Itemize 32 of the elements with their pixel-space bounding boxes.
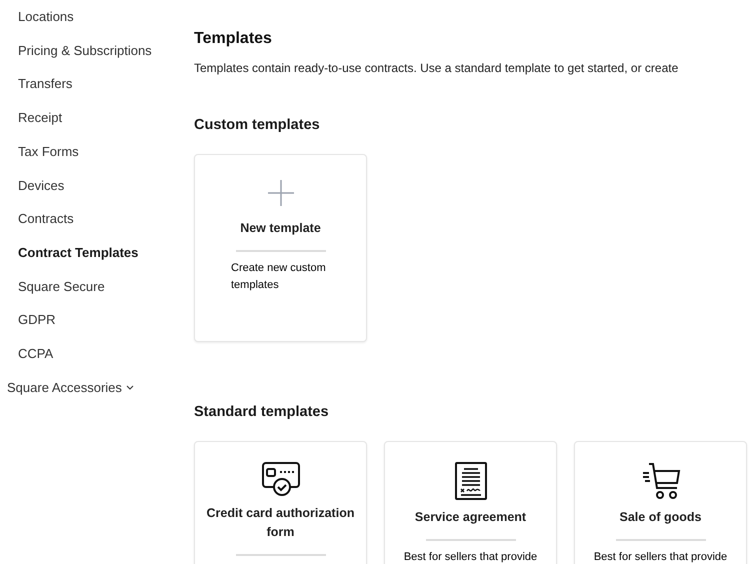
signed-document-icon	[454, 462, 486, 500]
sidebar-group[interactable]: Square Accessories	[0, 370, 194, 404]
card-title: New template	[240, 220, 321, 237]
template-card[interactable]: Sale of goods Best for sellers that provide	[574, 441, 747, 564]
shopping-cart-icon	[640, 462, 680, 500]
section-heading: Custom templates	[194, 116, 321, 135]
page-title: Templates	[194, 29, 273, 49]
section-heading: Standard templates	[194, 403, 330, 422]
chevron-icon	[126, 384, 134, 390]
template-card[interactable]: New template Create new custom templates	[194, 154, 367, 342]
sidebar-item[interactable]: Square Secure	[0, 270, 194, 304]
card-title: Sale of goods	[620, 509, 702, 526]
sidebar-item[interactable]: Contracts	[0, 202, 194, 236]
plus-icon	[266, 179, 294, 207]
template-card[interactable]: Credit card authorization form	[194, 441, 367, 564]
template-card[interactable]: Service agreement Best for sellers that provide	[384, 441, 557, 564]
sidebar-item[interactable]: CCPA	[0, 336, 194, 371]
sidebar-item[interactable]: Receipt	[0, 101, 194, 135]
sidebar-item[interactable]: GDPR	[0, 303, 194, 337]
card-description: Create new custom templates	[230, 261, 327, 292]
sidebar-item[interactable]: Locations	[0, 0, 194, 34]
sidebar-item[interactable]: Pricing & Subscriptions	[0, 34, 194, 68]
sidebar-item[interactable]: Transfers	[0, 67, 194, 102]
sidebar-item[interactable]: Contract Templates	[0, 236, 194, 270]
sidebar-item[interactable]: Devices	[0, 168, 194, 202]
sidebar-item[interactable]: Tax Forms	[0, 134, 194, 168]
credit-card-check-icon	[262, 462, 300, 496]
card-description: Best for sellers that provide	[404, 550, 538, 564]
page-description: Templates contain ready-to-use contracts. Use a standard template to get started, or create	[194, 60, 680, 76]
card-title: Service agreement	[414, 509, 526, 526]
card-description: Best for sellers that provide	[594, 550, 728, 564]
card-title: Credit card authorization form	[206, 505, 356, 541]
